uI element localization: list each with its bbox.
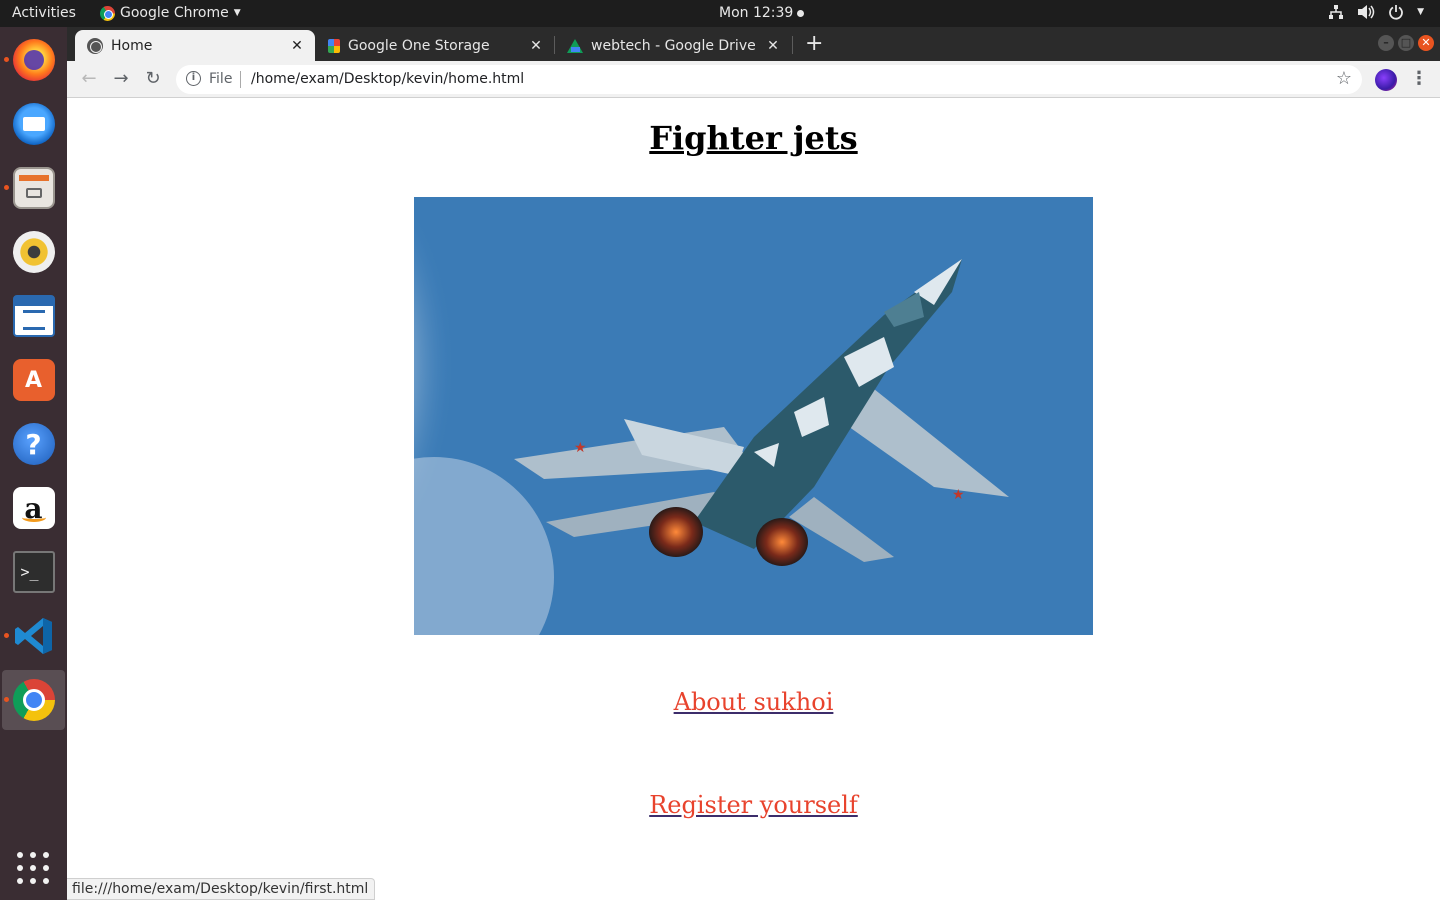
dock-item-rhythmbox[interactable]	[2, 222, 65, 282]
help-icon: ?	[12, 423, 55, 465]
link-container-register: Register yourself	[67, 791, 1440, 819]
browser-toolbar: ← → ↻ i File /home/exam/Desktop/kevin/ho…	[67, 61, 1440, 98]
new-tab-button[interactable]: +	[805, 31, 823, 56]
close-tab-icon[interactable]: ✕	[765, 38, 781, 54]
status-url-bubble: file:///home/exam/Desktop/kevin/first.ht…	[67, 878, 376, 900]
vscode-icon	[14, 618, 52, 654]
svg-text:★: ★	[952, 487, 965, 503]
files-icon	[12, 167, 55, 209]
tab-title: webtech - Google Drive	[591, 37, 756, 54]
address-divider	[240, 71, 241, 88]
svg-text:★: ★	[574, 440, 587, 456]
dock-item-terminal[interactable]: >_	[2, 542, 65, 602]
google-drive-icon	[567, 38, 583, 53]
app-menu-label: Google Chrome	[120, 5, 229, 21]
address-bar[interactable]: i File /home/exam/Desktop/kevin/home.htm…	[176, 65, 1362, 94]
forward-button[interactable]: →	[109, 68, 133, 92]
running-indicator	[4, 633, 9, 638]
firefox-icon	[12, 39, 55, 81]
dock-item-files[interactable]	[2, 158, 65, 218]
running-indicator	[4, 185, 9, 190]
show-applications-icon[interactable]	[17, 852, 49, 884]
tab-webtech-drive[interactable]: webtech - Google Drive ✕	[555, 30, 791, 61]
profile-avatar[interactable]	[1375, 69, 1397, 91]
info-icon[interactable]: i	[186, 71, 201, 86]
rhythmbox-icon	[12, 231, 55, 273]
notification-dot	[797, 9, 805, 17]
menu-kebab-icon[interactable]: ⋮	[1410, 68, 1428, 89]
register-yourself-link[interactable]: Register yourself	[649, 791, 858, 819]
tab-separator	[792, 36, 793, 54]
fighter-jet-illustration: ★ ★	[414, 197, 1093, 635]
network-icon	[1329, 5, 1344, 19]
dock-item-help[interactable]: ?	[2, 414, 65, 474]
dock-item-thunderbird[interactable]	[2, 94, 65, 154]
page-heading: Fighter jets	[649, 119, 858, 157]
dock-item-vscode[interactable]	[2, 606, 65, 666]
libreoffice-writer-icon	[12, 295, 55, 337]
close-tab-icon[interactable]: ✕	[289, 38, 305, 54]
close-window-button[interactable]: ✕	[1418, 35, 1434, 51]
volume-icon	[1358, 5, 1375, 19]
power-icon	[1389, 5, 1403, 20]
reload-button[interactable]: ↻	[141, 68, 165, 92]
tab-strip: Home ✕ Google One Storage ✕ webtech - Go…	[67, 27, 1440, 61]
ubuntu-software-icon: A	[12, 359, 55, 401]
fighter-jet-image: ★ ★	[414, 197, 1093, 635]
dock-item-amazon[interactable]: a	[2, 478, 65, 538]
bookmark-star-icon[interactable]: ☆	[1336, 68, 1352, 89]
link-container-about: About sukhoi	[67, 688, 1440, 716]
address-url[interactable]: /home/exam/Desktop/kevin/home.html	[251, 71, 524, 87]
dock-item-firefox[interactable]	[2, 30, 65, 90]
system-tray[interactable]: ▼	[1328, 4, 1424, 20]
chevron-down-icon: ▼	[1417, 7, 1424, 17]
dock-item-writer[interactable]	[2, 286, 65, 346]
globe-icon	[87, 37, 103, 54]
terminal-icon: >_	[12, 551, 55, 593]
about-sukhoi-link[interactable]: About sukhoi	[674, 688, 834, 716]
tab-title: Google One Storage	[348, 37, 490, 54]
close-tab-icon[interactable]: ✕	[528, 38, 544, 54]
clock-label: Mon 12:39	[719, 5, 794, 21]
chrome-icon	[12, 679, 55, 721]
minimize-button[interactable]: –	[1378, 35, 1394, 51]
running-indicator	[4, 57, 9, 62]
app-menu[interactable]: Google Chrome ▼	[100, 5, 241, 21]
thunderbird-icon	[12, 103, 55, 145]
address-scheme-label: File	[209, 71, 233, 87]
clock[interactable]: Mon 12:39	[719, 5, 805, 21]
dock-item-software[interactable]: A	[2, 350, 65, 410]
back-button[interactable]: ←	[77, 68, 101, 92]
amazon-icon: a	[12, 487, 55, 529]
chevron-down-icon: ▼	[233, 8, 241, 18]
activities-button[interactable]: Activities	[12, 5, 76, 21]
window-controls: – □ ✕	[1378, 35, 1434, 51]
system-top-bar: Activities Google Chrome ▼ Mon 12:39 ▼	[0, 0, 1440, 27]
maximize-button[interactable]: □	[1398, 35, 1414, 51]
tab-home[interactable]: Home ✕	[75, 30, 315, 61]
dock: A ? a >_	[0, 27, 67, 900]
tab-google-one-storage[interactable]: Google One Storage ✕	[316, 30, 554, 61]
tab-title: Home	[111, 37, 153, 54]
running-indicator	[4, 697, 9, 702]
chrome-icon	[100, 5, 115, 21]
web-page: Fighter jets ★ ★ About sukhoi Register y…	[67, 98, 1440, 900]
dock-item-chrome[interactable]	[2, 670, 65, 730]
google-one-icon	[328, 38, 340, 53]
